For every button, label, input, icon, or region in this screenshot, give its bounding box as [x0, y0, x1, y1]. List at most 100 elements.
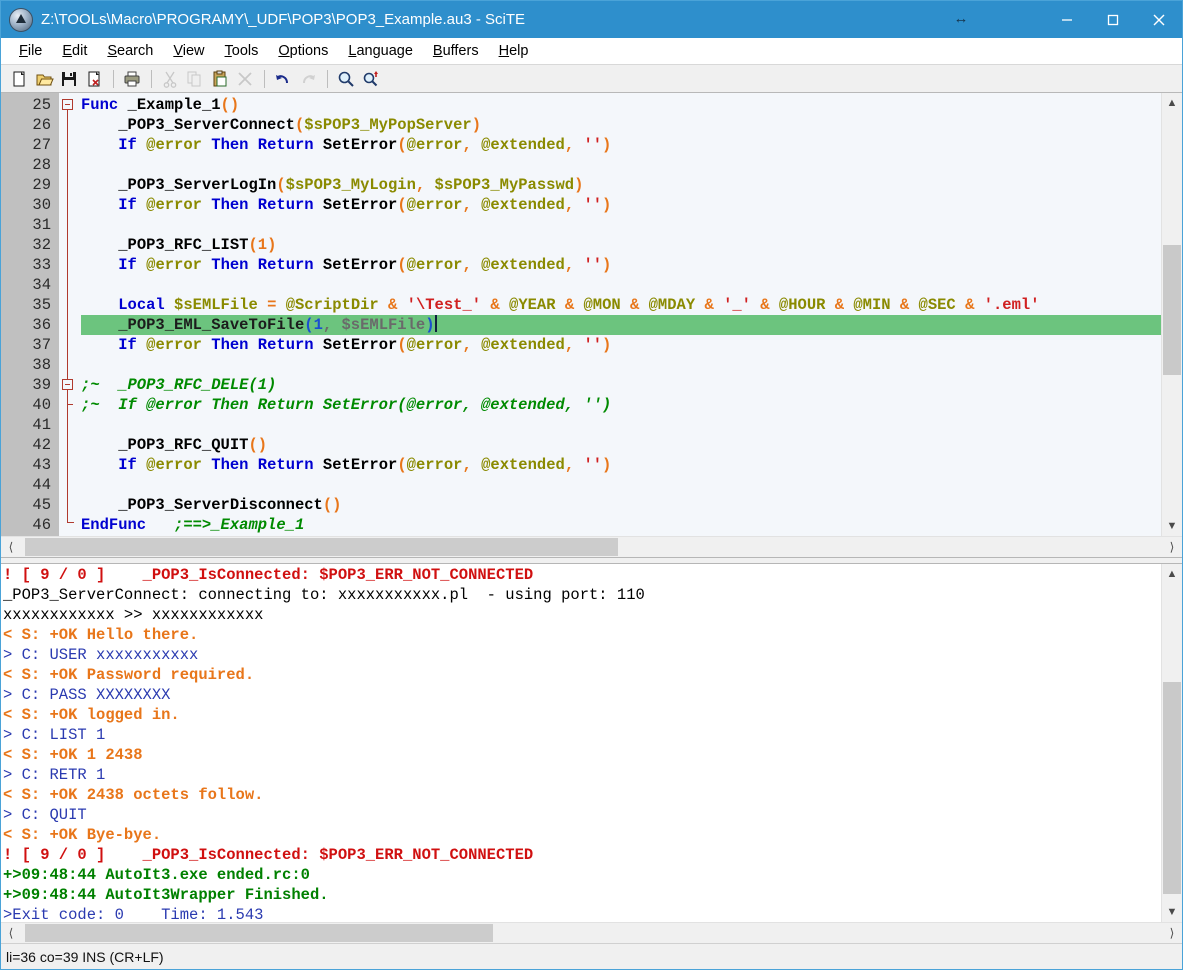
scroll-right-icon[interactable]: ⟩	[1162, 537, 1182, 557]
editor-hscroll-thumb[interactable]	[25, 538, 618, 556]
output-line[interactable]: < S: +OK 2438 octets follow.	[3, 785, 1161, 805]
code-line[interactable]: EndFunc ;==>_Example_1	[81, 515, 1161, 535]
output-line[interactable]: < S: +OK Bye-bye.	[3, 825, 1161, 845]
code-line[interactable]: Local $sEMLFile = @ScriptDir & '\Test_' …	[81, 295, 1161, 315]
code-line[interactable]: If @error Then Return SetError(@error, @…	[81, 255, 1161, 275]
fold-box-line-25[interactable]	[62, 99, 73, 110]
code-line[interactable]: _POP3_RFC_LIST(1)	[81, 235, 1161, 255]
find-icon[interactable]	[334, 67, 357, 90]
menu-edit[interactable]: Edit	[52, 43, 97, 59]
code-text[interactable]: Func _Example_1() _POP3_ServerConnect($s…	[77, 93, 1161, 536]
output-line[interactable]: ! [ 9 / 0 ] _POP3_IsConnected: $POP3_ERR…	[3, 845, 1161, 865]
output-line[interactable]: > C: LIST 1	[3, 725, 1161, 745]
output-line[interactable]: > C: RETR 1	[3, 765, 1161, 785]
menu-tools[interactable]: Tools	[215, 43, 269, 59]
code-line[interactable]	[81, 475, 1161, 495]
code-line[interactable]: If @error Then Return SetError(@error, @…	[81, 455, 1161, 475]
fold-box-line-39[interactable]	[62, 379, 73, 390]
menu-view[interactable]: View	[163, 43, 214, 59]
output-pane[interactable]: ! [ 9 / 0 ] _POP3_IsConnected: $POP3_ERR…	[1, 564, 1182, 922]
code-token: @extended	[481, 196, 565, 214]
output-line[interactable]: > C: PASS XXXXXXXX	[3, 685, 1161, 705]
close-button[interactable]	[1136, 1, 1182, 38]
code-line[interactable]: Func _Example_1()	[81, 95, 1161, 115]
print-icon[interactable]	[120, 67, 143, 90]
close-file-icon[interactable]	[82, 67, 105, 90]
code-line[interactable]	[81, 415, 1161, 435]
menu-label: ile	[27, 42, 43, 59]
editor-horizontal-scrollbar[interactable]: ⟨ ⟩	[1, 536, 1182, 557]
new-file-icon[interactable]	[7, 67, 30, 90]
output-line[interactable]: xxxxxxxxxxxx >> xxxxxxxxxxxx	[3, 605, 1161, 625]
output-scroll-up-icon[interactable]: ▲	[1162, 564, 1182, 584]
code-line[interactable]: ;~ _POP3_RFC_DELE(1)	[81, 375, 1161, 395]
menu-search[interactable]: Search	[97, 43, 163, 59]
output-line[interactable]: < S: +OK logged in.	[3, 705, 1161, 725]
open-file-icon[interactable]	[32, 67, 55, 90]
output-line[interactable]: +>09:48:44 AutoIt3Wrapper Finished.	[3, 885, 1161, 905]
output-vertical-scrollbar[interactable]: ▲ ▼	[1161, 564, 1182, 922]
code-line[interactable]	[81, 215, 1161, 235]
code-line[interactable]: If @error Then Return SetError(@error, @…	[81, 195, 1161, 215]
save-file-icon[interactable]	[57, 67, 80, 90]
code-line[interactable]	[81, 275, 1161, 295]
menu-language[interactable]: Language	[338, 43, 423, 59]
editor-vscroll-thumb[interactable]	[1163, 245, 1181, 375]
undo-icon[interactable]	[271, 67, 294, 90]
output-line[interactable]: +>09:48:44 AutoIt3.exe ended.rc:0	[3, 865, 1161, 885]
output-line[interactable]: > C: QUIT	[3, 805, 1161, 825]
paste-icon[interactable]	[208, 67, 231, 90]
menu-help[interactable]: Help	[489, 43, 539, 59]
output-line[interactable]: ! [ 9 / 0 ] _POP3_IsConnected: $POP3_ERR…	[3, 565, 1161, 585]
editor-scroll-area[interactable]: 25 26 27 28 29 30 31 32 33 34 35 36 37 38 39 40 41 42 43 44…	[1, 93, 1161, 536]
code-line[interactable]	[81, 155, 1161, 175]
output-horizontal-scrollbar[interactable]: ⟨ ⟩	[1, 922, 1182, 943]
output-line[interactable]: < S: +OK 1 2438	[3, 745, 1161, 765]
scroll-left-icon[interactable]: ⟨	[1, 537, 21, 557]
code-line[interactable]: If @error Then Return SetError(@error, @…	[81, 135, 1161, 155]
code-token: &	[564, 296, 575, 314]
code-line[interactable]: _POP3_ServerLogIn($sPOP3_MyLogin, $sPOP3…	[81, 175, 1161, 195]
menu-file[interactable]: File	[9, 43, 52, 59]
line-number: 29	[32, 176, 51, 194]
pane-splitter[interactable]	[1, 557, 1182, 564]
output-scroll-down-icon[interactable]: ▼	[1162, 902, 1182, 922]
output-scroll-right-icon[interactable]: ⟩	[1162, 923, 1182, 943]
code-line[interactable]: _POP3_ServerConnect($sPOP3_MyPopServer)	[81, 115, 1161, 135]
code-line[interactable]	[81, 355, 1161, 375]
code-line-current[interactable]: _POP3_EML_SaveToFile(1, $sEMLFile)	[81, 315, 1161, 335]
menu-options[interactable]: Options	[268, 43, 338, 59]
code-line[interactable]: _POP3_ServerDisconnect()	[81, 495, 1161, 515]
output-line[interactable]: < S: +OK Password required.	[3, 665, 1161, 685]
output-vscroll-thumb[interactable]	[1163, 682, 1181, 894]
output-hscroll-thumb[interactable]	[25, 924, 493, 942]
output-line[interactable]: >Exit code: 0 Time: 1.543	[3, 905, 1161, 922]
code-token: )	[425, 316, 435, 334]
output-line[interactable]: < S: +OK Hello there.	[3, 625, 1161, 645]
output-text[interactable]: ! [ 9 / 0 ] _POP3_IsConnected: $POP3_ERR…	[1, 564, 1161, 922]
editor-pane[interactable]: 25 26 27 28 29 30 31 32 33 34 35 36 37 38 39 40 41 42 43 44…	[1, 93, 1182, 536]
minimize-button[interactable]	[1044, 1, 1090, 38]
code-line[interactable]: ;~ If @error Then Return SetError(@error…	[81, 395, 1161, 415]
code-line[interactable]: _POP3_RFC_QUIT()	[81, 435, 1161, 455]
maximize-button[interactable]	[1090, 1, 1136, 38]
output-line[interactable]: > C: USER xxxxxxxxxxx	[3, 645, 1161, 665]
output-line[interactable]: _POP3_ServerConnect: connecting to: xxxx…	[3, 585, 1161, 605]
fold-margin[interactable]	[59, 93, 77, 536]
editor-vertical-scrollbar[interactable]: ▲ ▼	[1161, 93, 1182, 536]
output-scroll-left-icon[interactable]: ⟨	[1, 923, 21, 943]
line-number: 45	[32, 496, 51, 514]
menu-buffers[interactable]: Buffers	[423, 43, 489, 59]
scroll-down-icon[interactable]: ▼	[1162, 516, 1182, 536]
code-line[interactable]: If @error Then Return SetError(@error, @…	[81, 335, 1161, 355]
scroll-up-icon[interactable]: ▲	[1162, 93, 1182, 113]
find-next-icon[interactable]	[359, 67, 382, 90]
